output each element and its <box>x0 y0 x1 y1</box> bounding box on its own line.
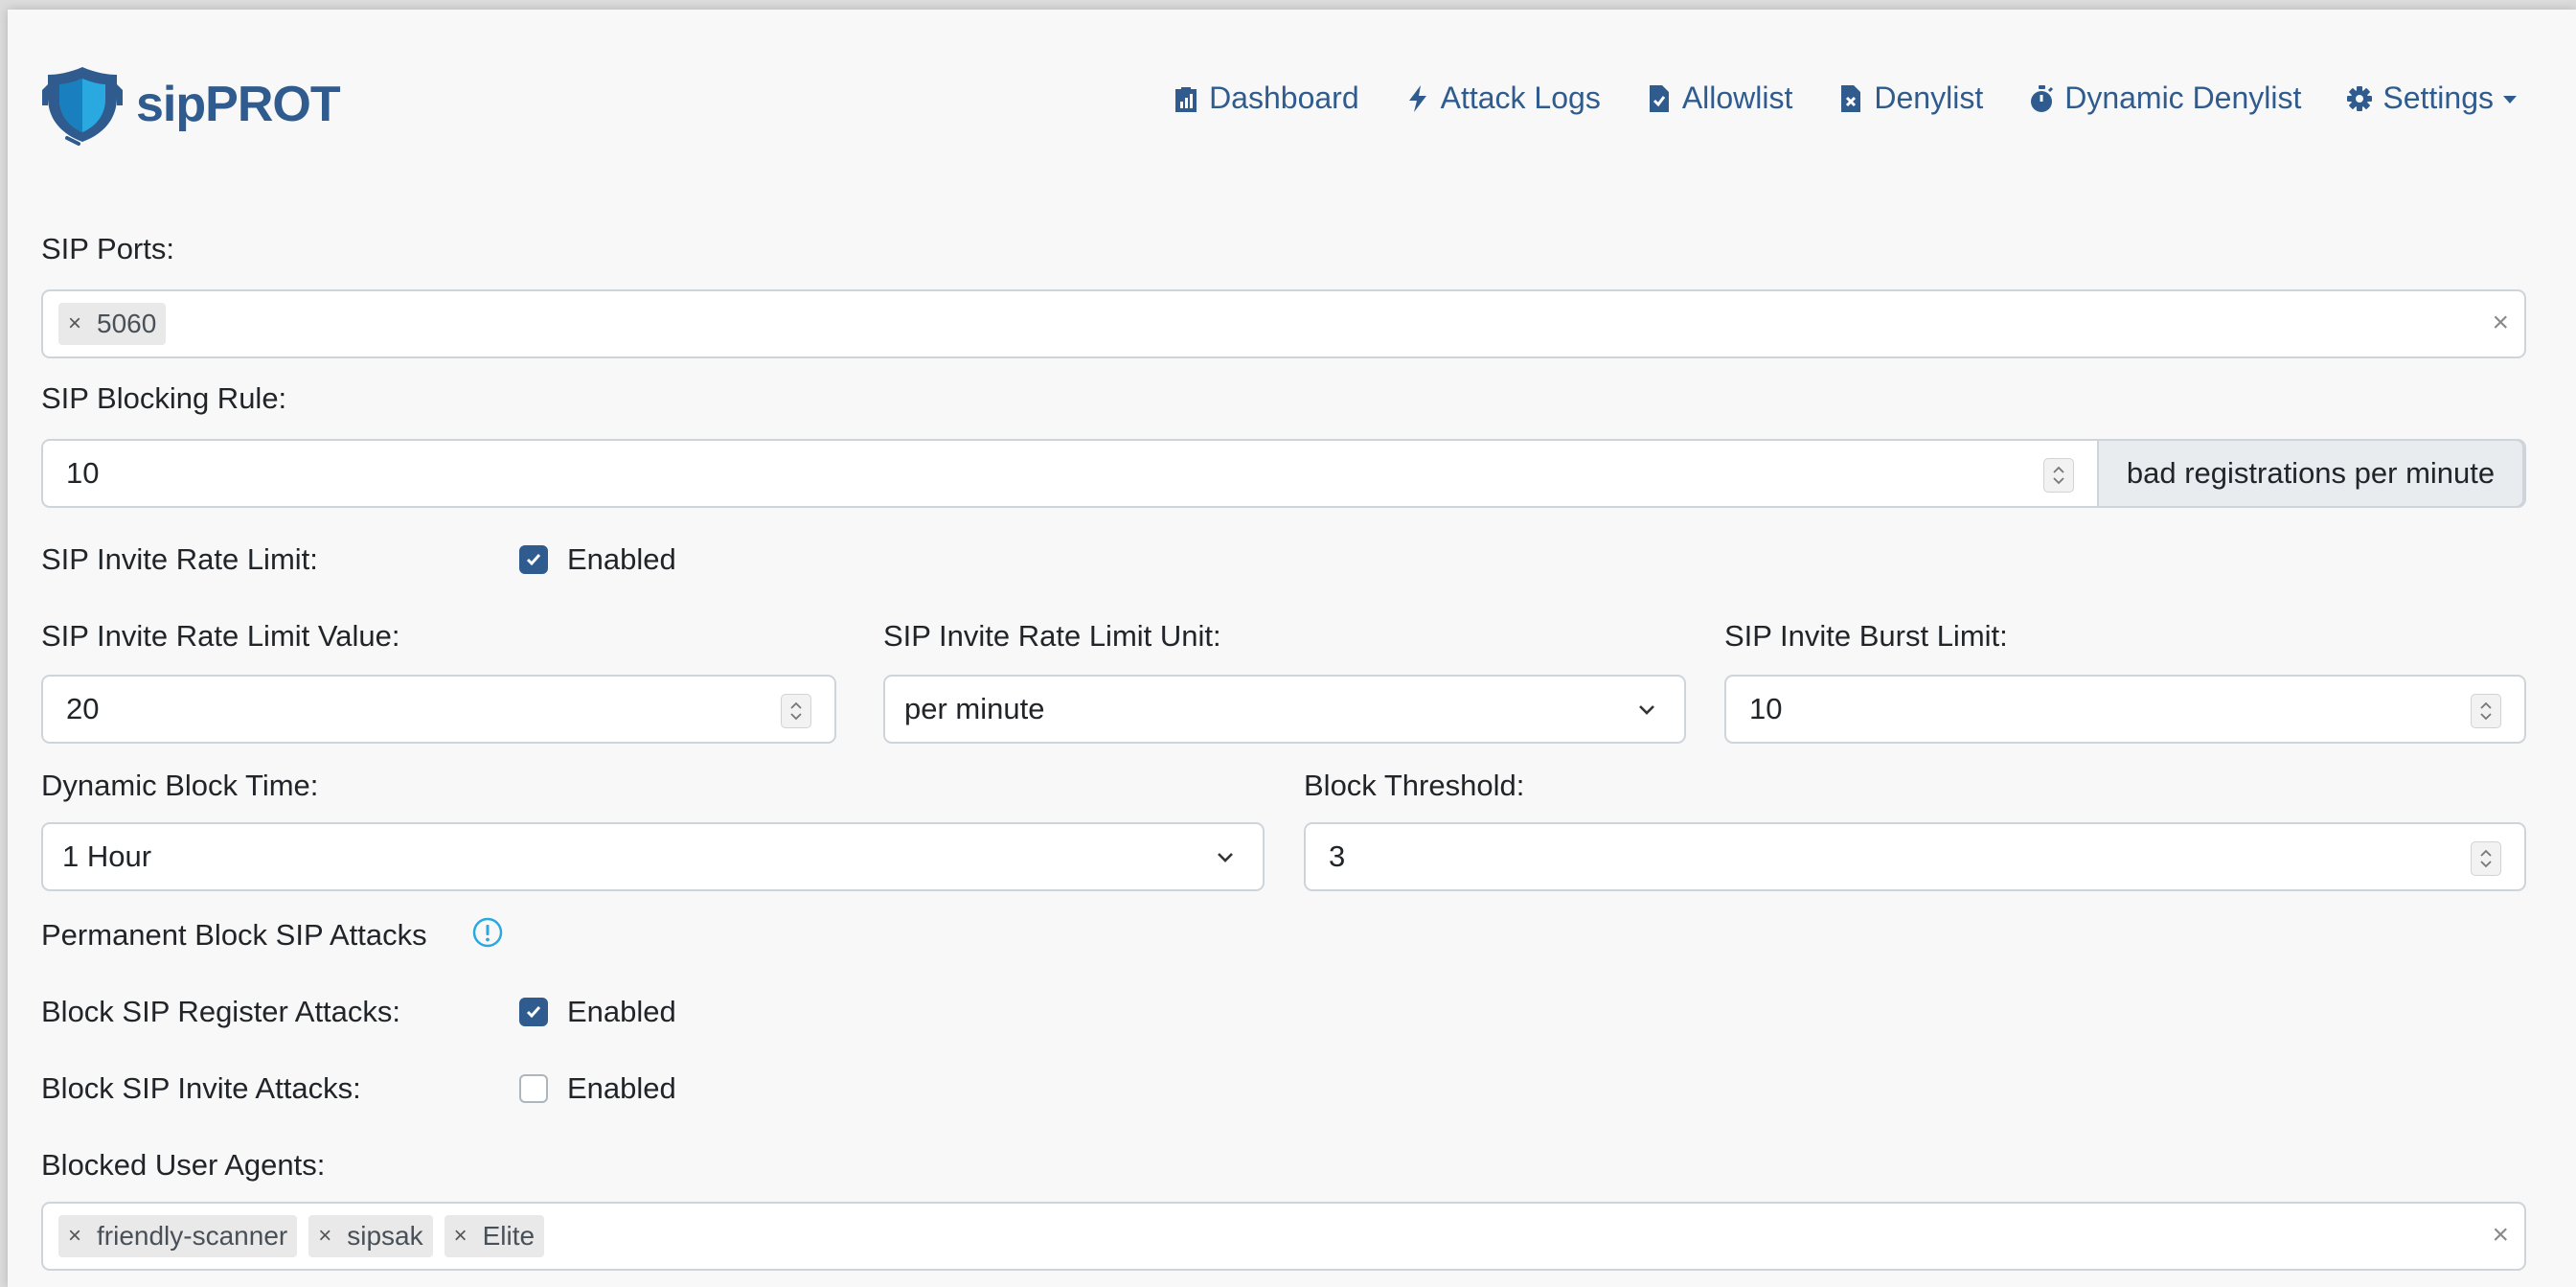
sip-invite-rate-unit-select[interactable]: per minute <box>883 675 1686 744</box>
nav-denylist[interactable]: Denylist <box>1837 80 1983 116</box>
checkbox-checked-icon[interactable] <box>519 545 548 574</box>
permanent-block-heading: Permanent Block SIP Attacks <box>41 918 427 952</box>
sip-invite-rate-unit-value: per minute <box>904 692 1045 725</box>
tag-item: × sipsak <box>308 1215 433 1257</box>
sip-invite-rate-limit-checkbox-label: Enabled <box>567 542 676 576</box>
nav-denylist-label: Denylist <box>1874 80 1984 115</box>
chevron-down-icon <box>1639 705 1654 715</box>
number-spinner-icon[interactable] <box>781 694 811 728</box>
brand-name: sipPROT <box>136 77 341 132</box>
block-sip-register-checkbox[interactable]: Enabled <box>519 995 676 1029</box>
nav-dynamic-denylist[interactable]: Dynamic Denylist <box>2028 80 2301 116</box>
block-threshold-input[interactable]: 3 <box>1304 822 2526 891</box>
nav-attack-logs-label: Attack Logs <box>1440 80 1601 115</box>
file-check-icon <box>1649 84 1669 112</box>
dynamic-block-time-select[interactable]: 1 Hour <box>41 822 1265 891</box>
brand[interactable]: sipPROT <box>40 63 341 146</box>
sip-ports-label: SIP Ports: <box>41 232 174 265</box>
tag-label: 5060 <box>97 309 157 338</box>
tag-item: × 5060 <box>58 303 167 345</box>
nav-settings[interactable]: Settings <box>2346 80 2517 116</box>
nav-allowlist[interactable]: Allowlist <box>1646 80 1793 116</box>
chevron-down-icon <box>1218 853 1233 862</box>
clear-all-icon[interactable]: × <box>2492 1219 2509 1252</box>
sip-invite-burst-value: 10 <box>1749 692 1783 725</box>
nav-attack-logs[interactable]: Attack Logs <box>1404 80 1601 116</box>
tag-remove-icon[interactable]: × <box>454 1223 467 1250</box>
info-icon[interactable] <box>471 916 504 949</box>
sip-invite-burst-input[interactable]: 10 <box>1724 675 2526 744</box>
shield-logo-icon <box>42 67 123 146</box>
sip-blocking-rule-input[interactable]: 10 bad registrations per minute <box>41 439 2526 508</box>
sip-invite-rate-value-input[interactable]: 20 <box>41 675 836 744</box>
blocked-user-agents-tag-input[interactable]: × friendly-scanner × sipsak × Elite × <box>41 1202 2526 1271</box>
dynamic-block-time-label: Dynamic Block Time: <box>41 769 319 802</box>
gear-icon <box>2347 85 2373 111</box>
nav-dashboard[interactable]: Dashboard <box>1173 80 1359 116</box>
sip-blocking-rule-value: 10 <box>66 456 100 490</box>
tag-remove-icon[interactable]: × <box>68 1223 81 1250</box>
tag-label: friendly-scanner <box>97 1221 288 1251</box>
clear-all-icon[interactable]: × <box>2492 307 2509 339</box>
number-spinner-icon[interactable] <box>2471 694 2501 728</box>
sip-invite-burst-label: SIP Invite Burst Limit: <box>1724 619 2008 653</box>
block-threshold-value: 3 <box>1329 839 1346 873</box>
tag-remove-icon[interactable]: × <box>68 310 81 337</box>
dynamic-block-time-value: 1 Hour <box>62 839 152 873</box>
tag-item: × friendly-scanner <box>58 1215 298 1257</box>
main-nav: Dashboard Attack Logs Allowlist Denylist… <box>1128 80 2517 116</box>
bolt-icon <box>1408 84 1426 112</box>
stopwatch-icon <box>2031 84 2054 112</box>
chevron-down-icon <box>2503 95 2517 103</box>
tag-label: sipsak <box>347 1221 423 1251</box>
sip-invite-rate-unit-label: SIP Invite Rate Limit Unit: <box>883 619 1221 653</box>
number-spinner-icon[interactable] <box>2471 841 2501 876</box>
clipboard-chart-icon <box>1175 86 1197 112</box>
number-spinner-icon[interactable] <box>2043 458 2074 493</box>
sip-invite-rate-limit-checkbox[interactable]: Enabled <box>519 542 676 577</box>
tag-remove-icon[interactable]: × <box>318 1223 331 1250</box>
sip-ports-tags: × 5060 <box>47 303 167 345</box>
sip-invite-rate-value-label: SIP Invite Rate Limit Value: <box>41 619 400 653</box>
nav-settings-label: Settings <box>2382 80 2494 115</box>
blocked-user-agents-label: Blocked User Agents: <box>41 1148 326 1182</box>
sip-invite-rate-limit-label: SIP Invite Rate Limit: <box>41 542 318 576</box>
block-sip-invite-checkbox-label: Enabled <box>567 1071 676 1105</box>
block-sip-invite-label: Block SIP Invite Attacks: <box>41 1071 361 1105</box>
sip-blocking-rule-label: SIP Blocking Rule: <box>41 381 287 415</box>
block-sip-register-label: Block SIP Register Attacks: <box>41 995 401 1028</box>
checkbox-checked-icon[interactable] <box>519 998 548 1026</box>
sip-ports-tag-input[interactable]: × 5060 × <box>41 289 2526 358</box>
nav-dashboard-label: Dashboard <box>1209 80 1359 115</box>
nav-allowlist-label: Allowlist <box>1681 80 1793 115</box>
tag-label: Elite <box>482 1221 536 1251</box>
file-x-icon <box>1841 84 1861 112</box>
block-sip-register-checkbox-label: Enabled <box>567 995 676 1028</box>
checkbox-unchecked-icon[interactable] <box>519 1074 548 1103</box>
sip-invite-rate-value: 20 <box>66 692 100 725</box>
tag-item: × Elite <box>444 1215 545 1257</box>
sip-blocking-rule-unit-addon: bad registrations per minute <box>2097 439 2524 508</box>
nav-dynamic-denylist-label: Dynamic Denylist <box>2064 80 2302 115</box>
blocked-user-agents-tags: × friendly-scanner × sipsak × Elite <box>47 1215 545 1257</box>
block-threshold-label: Block Threshold: <box>1304 769 1525 802</box>
block-sip-invite-checkbox[interactable]: Enabled <box>519 1071 676 1106</box>
top-navbar: sipPROT Dashboard Attack Logs Allowlist … <box>8 10 2576 201</box>
app-page: sipPROT Dashboard Attack Logs Allowlist … <box>8 10 2576 1287</box>
